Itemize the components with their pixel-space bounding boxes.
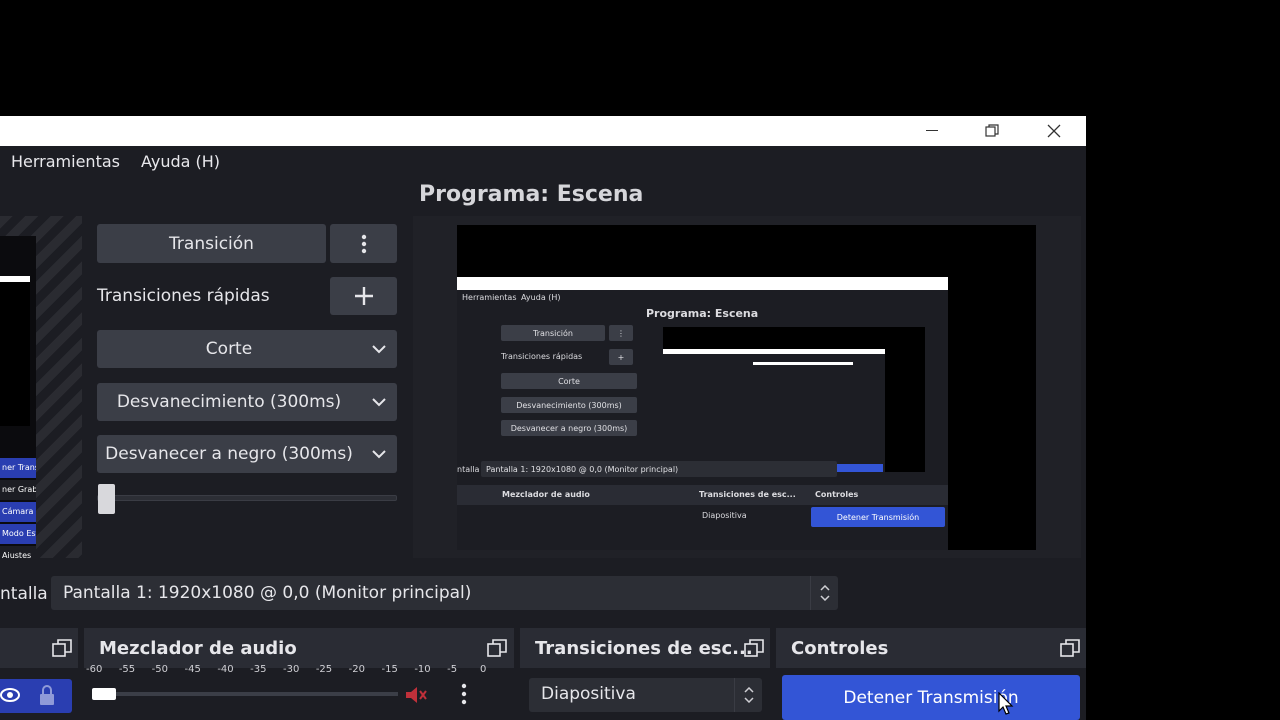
- nested-title-bar: [457, 277, 948, 290]
- quick-transition-label: Corte: [205, 339, 253, 359]
- meter-tick-label: -50: [151, 664, 168, 675]
- nested-inner-window: [663, 349, 885, 472]
- preview-canvas: ner Transmi ner Graba Cámara Vi Modo Est…: [0, 236, 36, 558]
- nested-quick-label: Transiciones rápidas: [501, 352, 583, 361]
- mixer-kebab-icon[interactable]: [461, 683, 467, 709]
- nested-transition-button: Transición: [501, 325, 605, 341]
- nested-source-label: ntalla: [457, 465, 480, 474]
- muted-speaker-icon[interactable]: [404, 684, 428, 710]
- nested-inner-canvas: [753, 362, 853, 422]
- restore-button[interactable]: [969, 116, 1015, 146]
- volume-slider-handle[interactable]: [92, 688, 116, 700]
- meter-tick-label: -40: [217, 664, 234, 675]
- display-select[interactable]: Pantalla 1: 1920x1080 @ 0,0 (Monitor pri…: [51, 576, 838, 610]
- meter-tick-label: -10: [414, 664, 431, 675]
- meter-tick-label: -25: [315, 664, 333, 675]
- scene-transitions-title: Transiciones de esc...: [535, 638, 753, 659]
- close-icon: [1047, 124, 1061, 138]
- add-quick-transition-button[interactable]: [330, 277, 397, 315]
- quick-transitions-label: Transiciones rápidas: [97, 286, 270, 306]
- meter-tick-label: -30: [283, 664, 300, 675]
- nested-source-select: Pantalla 1: 1920x1080 @ 0,0 (Monitor pri…: [481, 461, 837, 477]
- t-bar-handle[interactable]: [98, 484, 115, 514]
- audio-mixer-title: Mezclador de audio: [99, 638, 297, 659]
- quick-transition-fade-black[interactable]: Desvanecer a negro (300ms): [97, 435, 397, 473]
- dock-float-icon[interactable]: [487, 639, 507, 661]
- meter-tick-label: -35: [250, 664, 267, 675]
- preview-mini-button: Modo Estu: [0, 524, 36, 544]
- transition-button[interactable]: Transición: [97, 224, 326, 263]
- meter-tick-label: 0: [480, 664, 487, 675]
- restore-icon: [985, 124, 999, 137]
- preview-mini-button: Ajustes: [0, 546, 36, 558]
- select-spinner-icon[interactable]: [810, 576, 838, 610]
- nested-quick-transition: Corte: [501, 373, 637, 389]
- nested-docks-header: Mezclador de audio Transiciones de esc..…: [457, 485, 948, 505]
- dock-float-icon[interactable]: [52, 639, 72, 661]
- preview-mini-button: ner Graba: [0, 480, 36, 500]
- quick-transition-label: Desvanecer a negro (300ms): [105, 444, 353, 464]
- nested-kebab-icon: ⋮: [609, 325, 633, 341]
- menu-tools[interactable]: Herramientas: [11, 152, 120, 171]
- meter-tick-label: -5: [447, 664, 458, 675]
- kebab-icon: [361, 234, 366, 253]
- preview-mini-window: [0, 276, 30, 426]
- t-bar-track[interactable]: [97, 495, 397, 501]
- quick-transition-label: Desvanecimiento (300ms): [116, 392, 342, 412]
- nested-scene-transitions-value: Diapositiva: [702, 511, 747, 520]
- scene-transition-value: Diapositiva: [541, 684, 636, 704]
- nested-controls-title: Controles: [815, 490, 859, 499]
- display-select-value: Pantalla 1: 1920x1080 @ 0,0 (Monitor pri…: [63, 583, 472, 603]
- source-row-selected[interactable]: [0, 679, 72, 713]
- plus-icon: [354, 287, 373, 305]
- preview-mini-button: ner Transmi: [0, 458, 36, 478]
- dock-float-icon[interactable]: [744, 639, 764, 661]
- quick-transition-fade[interactable]: Desvanecimiento (300ms): [97, 383, 397, 421]
- select-spinner-icon[interactable]: [734, 678, 762, 712]
- preview-strip: ner Transmi ner Graba Cámara Vi Modo Est…: [0, 216, 82, 558]
- meter-tick-label: -15: [381, 664, 398, 675]
- transition-menu-button[interactable]: [330, 224, 397, 263]
- mouse-cursor-icon: [998, 691, 1014, 720]
- nested-menu-help: Ayuda (H): [521, 293, 561, 302]
- program-title: Programa: Escena: [419, 182, 644, 207]
- title-bar: [0, 116, 1086, 146]
- stop-stream-button[interactable]: Detener Transmisión: [782, 675, 1080, 720]
- close-button[interactable]: [1031, 116, 1077, 146]
- meter-tick-label: -55: [118, 664, 136, 675]
- nested-stop-stream-button: Detener Transmisión: [811, 507, 945, 527]
- chevron-down-icon: [361, 397, 397, 407]
- eye-icon[interactable]: [0, 685, 20, 709]
- menu-help[interactable]: Ayuda (H): [141, 152, 220, 171]
- nested-mixer-title: Mezclador de audio: [502, 490, 590, 499]
- nested-plus-icon: +: [609, 349, 633, 365]
- meter-tick-label: -60: [86, 664, 103, 675]
- chevron-down-icon: [361, 449, 397, 459]
- scene-transition-select[interactable]: Diapositiva: [529, 678, 762, 712]
- nested-menu-tools: Herramientas: [462, 293, 517, 302]
- lock-icon[interactable]: [38, 684, 56, 710]
- preview-mini-button: Cámara Vi: [0, 502, 36, 522]
- nested-obs-window: Herramientas Ayuda (H) Programa: Escena …: [457, 277, 948, 550]
- meter-tick-label: -45: [184, 664, 201, 675]
- nested-quick-transition: Desvanecimiento (300ms): [501, 397, 637, 413]
- program-canvas: Herramientas Ayuda (H) Programa: Escena …: [457, 225, 1036, 550]
- quick-transition-cut[interactable]: Corte: [97, 330, 397, 368]
- nested-scene-transitions-title: Transiciones de esc...: [699, 490, 796, 499]
- nested-program-canvas: [663, 327, 925, 472]
- source-label: ntalla: [0, 584, 48, 604]
- nested-quick-transition: Desvanecer a negro (300ms): [501, 420, 637, 436]
- menu-bar: Herramientas Ayuda (H): [0, 146, 1086, 176]
- volume-slider-track[interactable]: [92, 692, 398, 696]
- preview-mini-buttons: ner Transmi ner Graba Cámara Vi Modo Est…: [0, 458, 36, 558]
- minimize-button[interactable]: [909, 116, 955, 146]
- dock-float-icon[interactable]: [1060, 639, 1080, 661]
- nested-program-title: Programa: Escena: [646, 307, 759, 320]
- controls-title: Controles: [791, 638, 889, 659]
- minimize-icon: [926, 130, 938, 131]
- meter-tick-label: -20: [348, 664, 365, 675]
- chevron-down-icon: [361, 344, 397, 354]
